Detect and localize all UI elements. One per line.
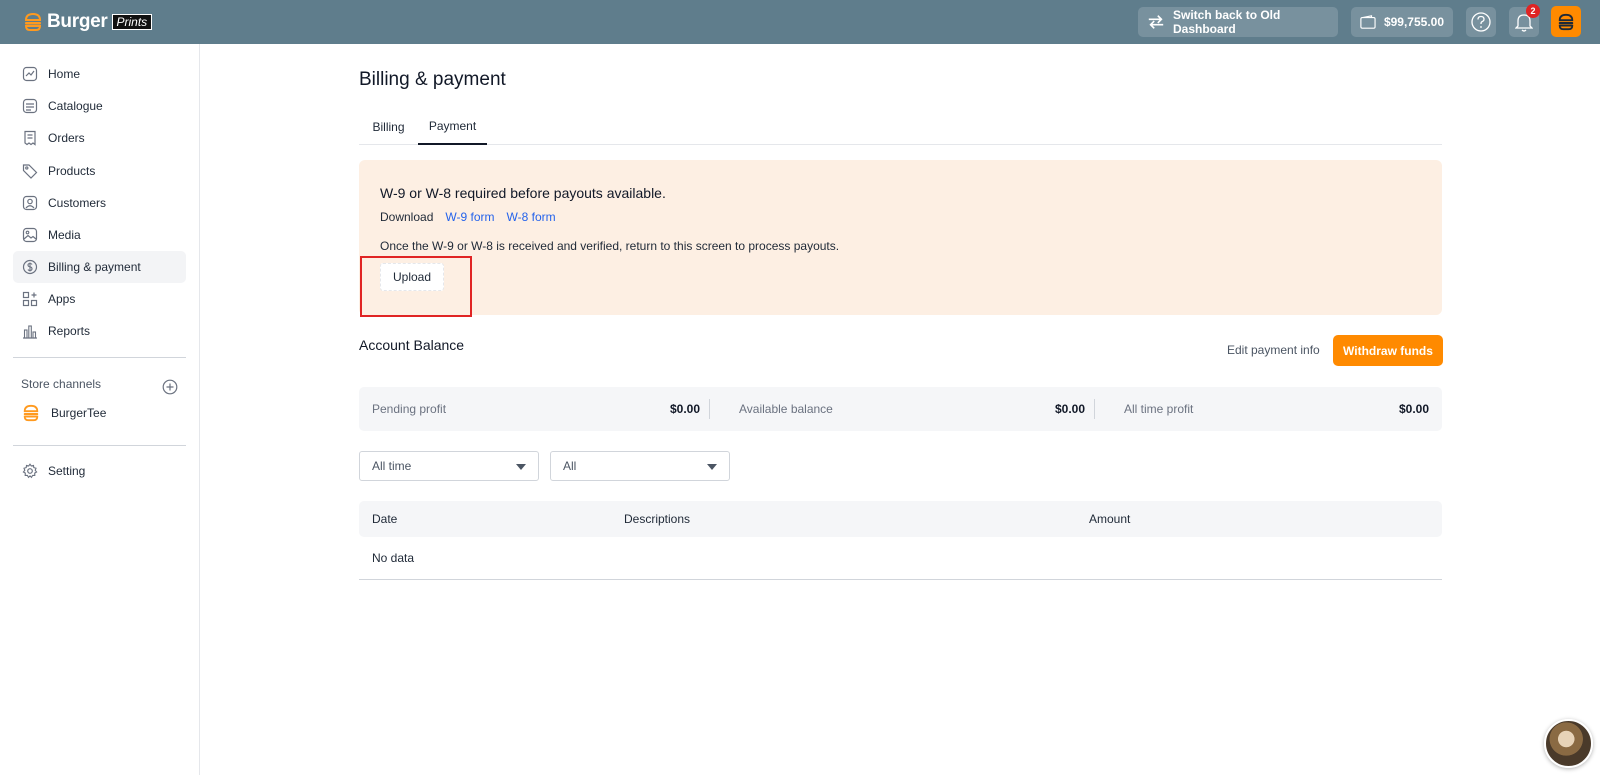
tag-icon bbox=[22, 164, 38, 179]
wallet-icon bbox=[1360, 15, 1376, 29]
dollar-circle-icon bbox=[22, 259, 38, 275]
table-empty-state: No data bbox=[372, 551, 415, 565]
notifications-button[interactable]: 2 bbox=[1509, 4, 1540, 37]
balance-value: $0.00 bbox=[1054, 402, 1085, 416]
edit-payment-info-link[interactable]: Edit payment info bbox=[1227, 343, 1320, 357]
burger-icon bbox=[23, 404, 39, 422]
swap-arrows-icon bbox=[1148, 15, 1164, 29]
type-select[interactable]: All bbox=[550, 451, 730, 481]
question-circle-icon bbox=[1471, 12, 1491, 32]
sidebar-divider bbox=[13, 445, 186, 446]
receipt-icon bbox=[24, 130, 36, 146]
sidebar-item-label: Setting bbox=[48, 464, 86, 478]
withdraw-funds-button[interactable]: Withdraw funds bbox=[1333, 335, 1443, 366]
store-channel-label: BurgerTee bbox=[51, 406, 107, 420]
apps-icon bbox=[22, 291, 38, 307]
sidebar-item-setting[interactable]: Setting bbox=[13, 455, 186, 487]
store-channel-burgertee[interactable]: BurgerTee bbox=[21, 404, 106, 422]
billing-tabs: Billing Payment bbox=[359, 108, 1442, 145]
top-bar: Burger Prints Switch back to Old Dashboa… bbox=[0, 0, 1600, 44]
switch-dashboard-button[interactable]: Switch back to Old Dashboard bbox=[1138, 7, 1338, 37]
gear-icon bbox=[22, 463, 38, 479]
tab-payment[interactable]: Payment bbox=[418, 108, 487, 145]
download-forms: Download W-9 form W-8 form bbox=[380, 210, 556, 224]
balance-value: $0.00 bbox=[1398, 402, 1429, 416]
all-time-profit: All time profit $0.00 bbox=[1124, 387, 1429, 431]
caret-down-icon bbox=[516, 464, 526, 470]
sidebar-item-label: Customers bbox=[48, 196, 107, 210]
sidebar-item-orders[interactable]: Orders bbox=[13, 122, 186, 154]
sidebar-item-label: Catalogue bbox=[48, 99, 103, 113]
support-chat-avatar[interactable] bbox=[1544, 719, 1593, 768]
balance-label: Pending profit bbox=[372, 402, 447, 416]
notice-message: Once the W-9 or W-8 is received and veri… bbox=[380, 239, 840, 253]
trend-chart-icon bbox=[22, 66, 38, 82]
column-descriptions: Descriptions bbox=[624, 512, 691, 526]
sidebar-item-label: Apps bbox=[48, 292, 76, 306]
burger-icon bbox=[1558, 13, 1574, 30]
download-label: Download bbox=[380, 210, 434, 224]
help-button[interactable] bbox=[1466, 7, 1496, 37]
sidebar-item-products[interactable]: Products bbox=[13, 155, 186, 187]
customer-icon bbox=[22, 195, 38, 211]
sidebar-item-label: Home bbox=[48, 67, 81, 81]
tab-billing[interactable]: Billing bbox=[359, 108, 418, 145]
balance-separator bbox=[1094, 399, 1095, 419]
notification-badge: 2 bbox=[1526, 4, 1540, 18]
sidebar-divider bbox=[13, 357, 186, 358]
wallet-balance-button[interactable]: $99,755.00 bbox=[1351, 7, 1453, 37]
wallet-amount: $99,755.00 bbox=[1383, 15, 1444, 29]
balance-label: All time profit bbox=[1124, 402, 1194, 416]
balance-separator bbox=[709, 399, 710, 419]
sidebar-item-label: Reports bbox=[48, 324, 91, 338]
sidebar-item-label: Billing & payment bbox=[48, 260, 141, 274]
sidebar-item-reports[interactable]: Reports bbox=[13, 315, 186, 347]
period-select[interactable]: All time bbox=[359, 451, 539, 481]
notice-title: W-9 or W-8 required before payouts avail… bbox=[380, 185, 666, 201]
w9-form-link[interactable]: W-9 form bbox=[445, 210, 494, 224]
sidebar-item-media[interactable]: Media bbox=[13, 219, 186, 251]
column-date: Date bbox=[372, 512, 398, 526]
burger-logo-icon bbox=[24, 12, 42, 31]
balance-summary: Pending profit $0.00 Available balance $… bbox=[359, 387, 1442, 431]
sidebar-item-billing[interactable]: Billing & payment bbox=[13, 251, 186, 283]
store-channels-title: Store channels bbox=[21, 377, 102, 391]
tax-form-notice: W-9 or W-8 required before payouts avail… bbox=[359, 160, 1442, 317]
upload-button[interactable]: Upload bbox=[380, 263, 444, 291]
sidebar-item-label: Media bbox=[48, 228, 81, 242]
account-avatar-button[interactable] bbox=[1551, 6, 1581, 37]
sidebar-item-label: Products bbox=[48, 164, 96, 178]
brand-name: Burger bbox=[47, 11, 108, 32]
balance-label: Available balance bbox=[739, 402, 833, 416]
transactions-table-header: Date Descriptions Amount bbox=[359, 501, 1442, 537]
available-balance: Available balance $0.00 bbox=[739, 387, 1085, 431]
type-select-value: All bbox=[563, 459, 577, 473]
sidebar-item-catalogue[interactable]: Catalogue bbox=[13, 90, 186, 122]
period-select-value: All time bbox=[372, 459, 412, 473]
balance-value: $0.00 bbox=[669, 402, 700, 416]
switch-dashboard-label: Switch back to Old Dashboard bbox=[1173, 8, 1281, 36]
catalogue-icon bbox=[22, 98, 38, 114]
sidebar-item-home[interactable]: Home bbox=[13, 58, 186, 90]
add-store-channel-icon[interactable] bbox=[162, 379, 178, 395]
brand-sub: Prints bbox=[111, 14, 153, 30]
column-amount: Amount bbox=[1089, 512, 1131, 526]
brand-logo[interactable]: Burger Prints bbox=[23, 11, 153, 33]
account-balance-title: Account Balance bbox=[359, 337, 465, 353]
page-title: Billing & payment bbox=[359, 69, 506, 90]
sidebar: Home Catalogue Orders Products Customers… bbox=[0, 44, 200, 775]
pending-profit: Pending profit $0.00 bbox=[372, 387, 700, 431]
table-bottom-border bbox=[359, 579, 1442, 580]
bar-chart-icon bbox=[23, 325, 37, 339]
sidebar-item-customers[interactable]: Customers bbox=[13, 187, 186, 219]
image-icon bbox=[22, 227, 38, 243]
sidebar-item-apps[interactable]: Apps bbox=[13, 283, 186, 315]
sidebar-item-label: Orders bbox=[48, 131, 85, 145]
w8-form-link[interactable]: W-8 form bbox=[507, 210, 556, 224]
caret-down-icon bbox=[707, 464, 717, 470]
